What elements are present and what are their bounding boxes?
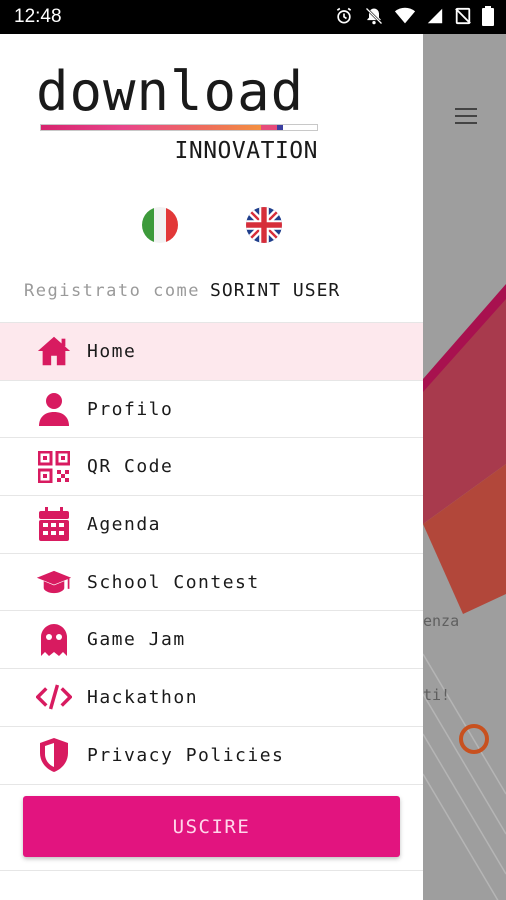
menu-item-school-contest[interactable]: School Contest	[0, 554, 423, 612]
menu-item-agenda[interactable]: Agenda	[0, 496, 423, 554]
person-icon	[36, 391, 72, 427]
background-text-fragment: enza	[423, 612, 460, 630]
menu-item-hackathon[interactable]: Hackathon	[0, 669, 423, 727]
notifications-off-icon	[365, 7, 383, 25]
divider	[0, 870, 423, 871]
wifi-icon	[394, 7, 416, 24]
no-sim-icon	[455, 7, 471, 25]
menu-item-label: Privacy Policies	[87, 744, 285, 766]
calendar-icon	[36, 506, 72, 542]
background-text-fragment: ti!	[423, 686, 451, 704]
battery-icon	[482, 6, 494, 26]
status-bar: 12:48	[0, 0, 506, 34]
menu-item-home[interactable]: Home	[0, 323, 423, 381]
shield-icon	[36, 737, 72, 773]
menu-item-label: QR Code	[87, 456, 174, 478]
graduation-cap-icon	[36, 564, 72, 600]
background-app[interactable]: enza ti!	[423, 34, 506, 900]
ghost-icon	[36, 622, 72, 658]
menu-item-label: Hackathon	[87, 686, 199, 708]
logout-button[interactable]: USCIRE	[23, 796, 400, 857]
menu-item-label: Game Jam	[87, 629, 186, 651]
navigation-drawer: download INNOVATION Registrato come SORIN…	[0, 34, 423, 900]
home-icon	[36, 333, 72, 369]
signal-icon	[427, 8, 443, 24]
menu-item-label: School Contest	[87, 571, 260, 593]
menu-item-privacy-policies[interactable]: Privacy Policies	[0, 727, 423, 785]
code-icon	[36, 679, 72, 715]
registered-as-label: Registrato come SORINT USER	[24, 280, 340, 301]
menu-item-game-jam[interactable]: Game Jam	[0, 611, 423, 670]
menu-item-label: Home	[87, 340, 137, 362]
menu-item-label: Agenda	[87, 513, 162, 535]
italy-flag-icon[interactable]	[142, 207, 178, 243]
status-icons	[334, 6, 494, 26]
menu-item-label: Profilo	[87, 398, 174, 420]
registered-prefix: Registrato come	[24, 281, 201, 301]
status-time: 12:48	[14, 6, 62, 27]
qr-code-icon	[36, 449, 72, 485]
registered-user: SORINT USER	[210, 280, 341, 301]
background-ring	[459, 724, 489, 754]
logo-bar	[40, 124, 318, 131]
uk-flag-icon[interactable]	[246, 207, 282, 243]
background-graphic	[423, 284, 506, 900]
alarm-icon	[336, 7, 352, 24]
logo-subtitle: INNOVATION	[174, 138, 318, 164]
menu-item-profilo[interactable]: Profilo	[0, 381, 423, 439]
menu-item-qr-code[interactable]: QR Code	[0, 438, 423, 497]
logo-wordmark: download	[36, 60, 305, 123]
drawer-menu: Home Profilo QR Code Agenda School Conte…	[0, 322, 423, 785]
